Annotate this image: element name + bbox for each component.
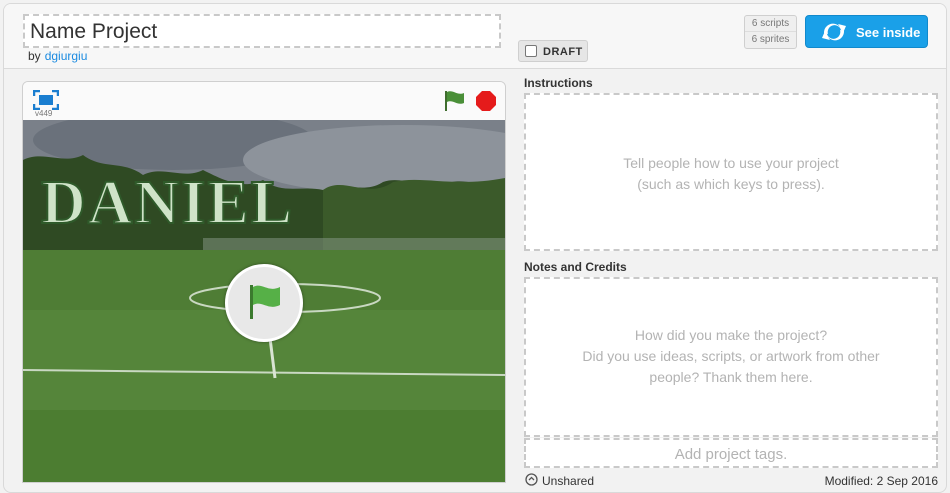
notes-heading: Notes and Credits <box>524 260 627 274</box>
stop-icon[interactable] <box>475 90 497 112</box>
by-label: by <box>28 49 41 63</box>
sprites-count: 6 sprites <box>751 34 790 45</box>
draft-toggle[interactable]: DRAFT <box>518 40 588 62</box>
notes-placeholder-2: Did you use ideas, scripts, or artwork f… <box>582 348 880 364</box>
instructions-placeholder-2: (such as which keys to press). <box>637 176 825 192</box>
project-header: Name Project by dgiurgiu DRAFT 6 scripts … <box>4 4 946 69</box>
draft-checkbox[interactable] <box>525 45 537 57</box>
green-flag-icon <box>250 285 280 319</box>
scripts-count: 6 scripts <box>745 16 796 32</box>
project-stats: 6 scripts 6 sprites <box>744 15 797 49</box>
project-footer: Unshared Modified: 2 Sep 2016 <box>522 470 942 490</box>
tags-placeholder: Add project tags. <box>674 446 788 463</box>
project-page: Name Project by dgiurgiu DRAFT 6 scripts … <box>3 3 947 493</box>
instructions-heading: Instructions <box>524 76 593 90</box>
stage-title: DANIEL <box>41 169 294 237</box>
byline: by dgiurgiu <box>28 49 87 63</box>
draft-label: DRAFT <box>543 46 583 58</box>
see-inside-button[interactable]: See inside <box>805 15 928 48</box>
share-status: Unshared <box>542 474 595 488</box>
see-inside-label: See inside <box>856 25 921 40</box>
notes-placeholder-1: How did you make the project? <box>634 327 828 343</box>
author-link[interactable]: dgiurgiu <box>45 49 88 63</box>
fullscreen-icon[interactable] <box>33 90 59 110</box>
instructions-placeholder-1: Tell people how to use your project <box>623 155 839 171</box>
modified-date: Modified: 2 Sep 2016 <box>824 474 938 488</box>
notes-field[interactable]: How did you make the project? Did you us… <box>524 277 938 437</box>
project-player: v449 DANIEL <box>22 81 506 483</box>
player-controls: v449 <box>23 82 505 120</box>
project-stage[interactable]: DANIEL <box>23 120 505 482</box>
tags-field[interactable]: Add project tags. <box>524 438 938 468</box>
green-flag-icon[interactable] <box>443 90 467 112</box>
start-flag-button[interactable] <box>225 264 303 342</box>
version-label: v449 <box>35 109 53 118</box>
see-inside-icon <box>822 23 846 41</box>
instructions-field[interactable]: Tell people how to use your project (suc… <box>524 93 938 251</box>
project-title: Name Project <box>30 20 158 43</box>
unshared-icon <box>525 473 538 486</box>
project-title-input[interactable]: Name Project <box>23 14 501 48</box>
notes-placeholder-3: people? Thank them here. <box>649 369 813 385</box>
